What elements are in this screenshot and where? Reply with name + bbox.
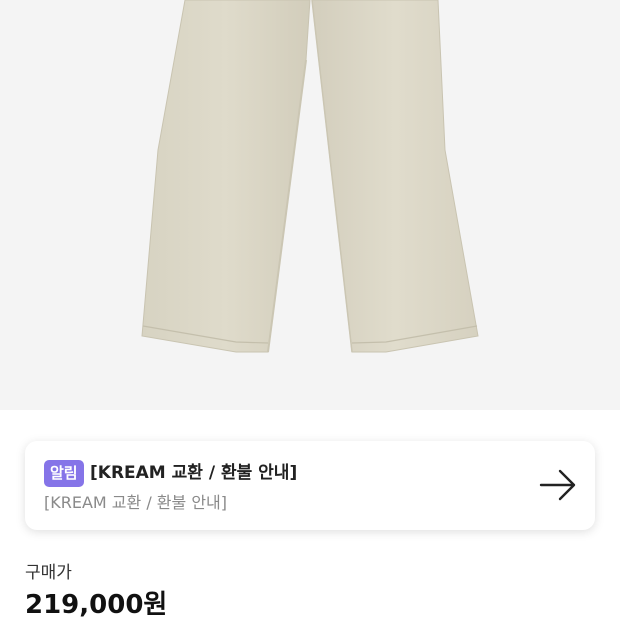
product-page: 알림 [KREAM 교환 / 환불 안내] [KREAM 교환 / 환불 안내]… bbox=[0, 0, 620, 620]
price-label: 구매가 bbox=[25, 563, 72, 583]
price-value: 219,000원 bbox=[25, 590, 168, 620]
notice-card[interactable]: 알림 [KREAM 교환 / 환불 안내] [KREAM 교환 / 환불 안내] bbox=[25, 441, 595, 530]
notice-badge: 알림 bbox=[44, 460, 84, 487]
arrow-right-icon[interactable] bbox=[538, 468, 578, 502]
notice-subtitle: [KREAM 교환 / 환불 안내] bbox=[44, 493, 228, 512]
product-image[interactable] bbox=[0, 0, 620, 410]
notice-title: [KREAM 교환 / 환불 안내] bbox=[90, 463, 298, 483]
pants-illustration bbox=[141, 0, 479, 353]
